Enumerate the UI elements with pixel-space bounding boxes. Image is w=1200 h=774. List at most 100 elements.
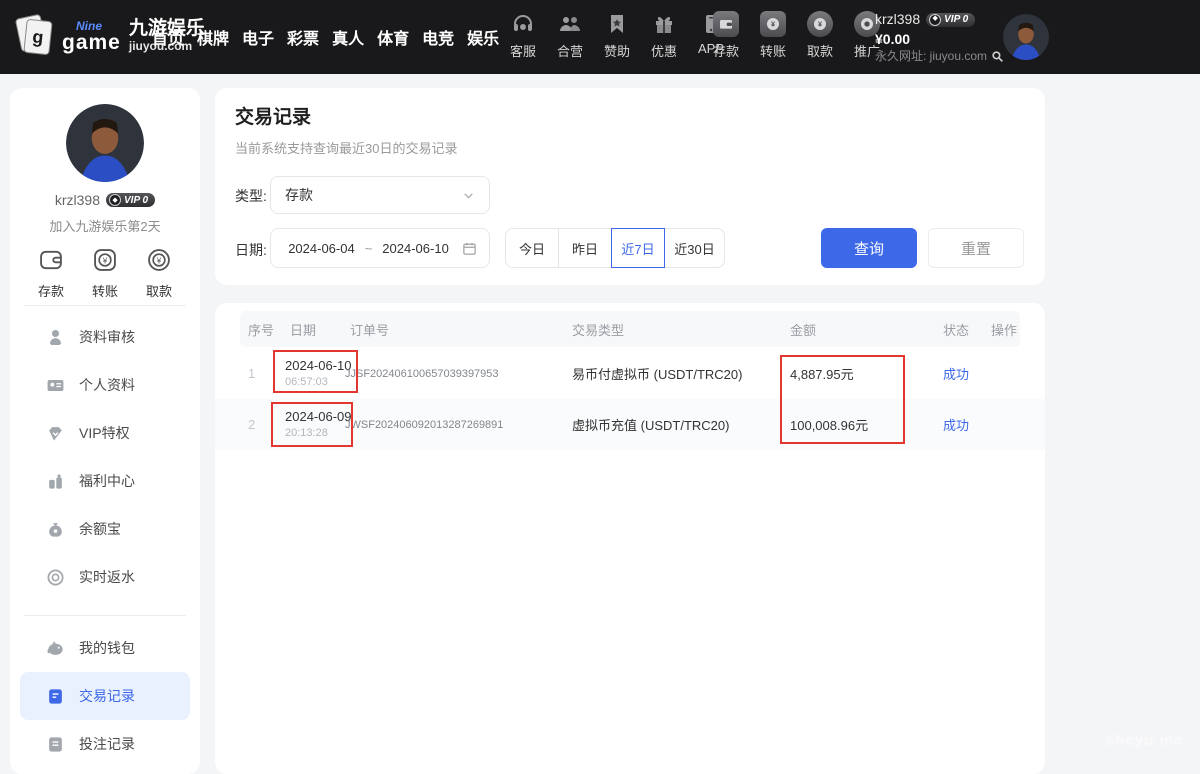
topbar: g Nine game 九游娱乐 jiuyou.com 首页 棋牌 电子 彩票 … (0, 0, 1200, 74)
vip-badge: ◆ VIP 0 (926, 13, 975, 28)
customer-service-button[interactable]: 客服 (505, 10, 541, 60)
tab-last-7-days[interactable]: 近7日 (611, 228, 665, 268)
reset-button[interactable]: 重置 (928, 228, 1024, 268)
withdraw-quick-action[interactable]: ¥ 取款 (145, 246, 173, 300)
sidebar-item-rebate[interactable]: 实时返水 (20, 553, 190, 601)
row-amount: 100,008.96元 (790, 399, 868, 450)
row-order-number: JWSF202406092013287269891 (345, 399, 503, 450)
nav-slots[interactable]: 电子 (242, 25, 274, 49)
svg-text:¥: ¥ (102, 257, 108, 266)
col-index: 序号 (248, 311, 274, 347)
row-index: 1 (248, 348, 255, 399)
col-status: 状态 (943, 311, 969, 347)
date-shortcut-tabs: 今日 昨日 近7日 近30日 (505, 228, 725, 268)
joined-days-text: 加入九游娱乐第2天 (10, 216, 200, 235)
piggy-bank-icon (46, 639, 65, 658)
nav-chess[interactable]: 棋牌 (197, 25, 229, 49)
sidebar-item-bets[interactable]: 投注记录 (20, 720, 190, 768)
sidebar-item-profile[interactable]: 个人资料 (20, 361, 190, 409)
page-subtitle: 当前系统支持查询最近30日的交易记录 (235, 138, 457, 157)
transaction-record-icon (46, 687, 65, 706)
type-select[interactable]: 存款 (270, 176, 490, 214)
nav-sports[interactable]: 体育 (377, 25, 409, 49)
rebate-circle-icon (46, 568, 65, 587)
row-index: 2 (248, 399, 255, 450)
profile-avatar[interactable] (66, 104, 144, 182)
bookmark-star-icon (603, 10, 631, 38)
vip-diamond-icon: ◆ (109, 194, 121, 206)
filters-card: 交易记录 当前系统支持查询最近30日的交易记录 类型: 存款 日期: 2024-… (215, 88, 1045, 285)
headset-icon (509, 10, 537, 38)
table-row: 2 2024-06-09 20:13:28 JWSF20240609201328… (215, 399, 1045, 450)
table-row: 1 2024-06-10 06:57:03 JJSF20240610065703… (215, 348, 1045, 399)
divider (24, 615, 186, 616)
date-separator: ~ (365, 241, 373, 256)
row-order-number: JJSF202406100657039397953 (345, 348, 499, 399)
withdraw-button-top[interactable]: ¥ 取款 (802, 10, 838, 60)
deposit-quick-action[interactable]: 存款 (37, 246, 65, 300)
row-status-link[interactable]: 成功 (943, 348, 969, 399)
magnifier-icon[interactable] (991, 50, 1004, 63)
deposit-button-top[interactable]: 存款 (708, 10, 744, 60)
quick-actions: 存款 ¥ 转账 ¥ 取款 (10, 234, 200, 300)
permanent-url: 永久网址: jiuyou.com (875, 49, 1004, 64)
tab-today[interactable]: 今日 (505, 228, 559, 268)
nav-lottery[interactable]: 彩票 (287, 25, 319, 49)
sidebar-item-wallet[interactable]: 我的钱包 (20, 624, 190, 672)
bet-record-icon (46, 735, 65, 754)
person-stamp-icon (46, 328, 65, 347)
topbar-service-icons: 客服 合营 赞助 优惠 APP (505, 10, 729, 60)
partnership-button[interactable]: 合营 (552, 10, 588, 60)
welfare-gift-icon (46, 472, 65, 491)
nav-entertainment[interactable]: 娱乐 (467, 25, 499, 49)
sidebar-item-transactions[interactable]: 交易记录 (20, 672, 190, 720)
row-status-link[interactable]: 成功 (943, 399, 969, 450)
topbar-wallet-icons: 存款 ¥ 转账 ¥ 取款 推广 (708, 10, 885, 60)
transfer-coin-icon: ¥ (759, 10, 787, 38)
table-header: 序号 日期 订单号 交易类型 金额 状态 操作 (240, 311, 1020, 347)
sidebar-item-welfare[interactable]: 福利中心 (20, 457, 190, 505)
logo-cards-icon: g (16, 14, 56, 58)
nav-home[interactable]: 首页 (152, 25, 184, 49)
page-title: 交易记录 (235, 102, 311, 129)
withdraw-coin-icon: ¥ (806, 10, 834, 38)
nav-esports[interactable]: 电竞 (422, 25, 454, 49)
row-date: 2024-06-10 06:57:03 (285, 348, 352, 399)
vip-diamond-icon: ◆ (929, 14, 941, 26)
transfer-quick-action[interactable]: ¥ 转账 (91, 246, 119, 300)
vip-diamond-icon (46, 424, 65, 443)
profile-username: krzl398 (55, 192, 100, 208)
col-amount: 金额 (790, 311, 816, 347)
row-amount: 4,887.95元 (790, 348, 854, 399)
username: krzl398 (875, 11, 920, 29)
gift-icon (650, 10, 678, 38)
logo-nine-text: Nine (76, 20, 121, 32)
calendar-icon (462, 241, 477, 256)
svg-text:¥: ¥ (156, 257, 162, 266)
partners-icon (556, 10, 584, 38)
tab-yesterday[interactable]: 昨日 (558, 228, 612, 268)
nav-live[interactable]: 真人 (332, 25, 364, 49)
topbar-user-info: krzl398 ◆ VIP 0 ¥0.00 永久网址: jiuyou.com (875, 11, 1004, 64)
row-date: 2024-06-09 20:13:28 (285, 399, 352, 450)
sidebar-item-verification[interactable]: 资料审核 (20, 313, 190, 361)
transfer-button-top[interactable]: ¥ 转账 (755, 10, 791, 60)
sidebar-item-yuebao[interactable]: 余额宝 (20, 505, 190, 553)
sponsor-button[interactable]: 赞助 (599, 10, 635, 60)
date-start: 2024-06-04 (288, 241, 355, 256)
divider (24, 305, 186, 306)
query-button[interactable]: 查询 (821, 228, 917, 268)
id-card-icon (46, 376, 65, 395)
row-transaction-type: 虚拟币充值 (USDT/TRC20) (572, 399, 729, 450)
tab-last-30-days[interactable]: 近30日 (664, 228, 725, 268)
promotions-button[interactable]: 优惠 (646, 10, 682, 60)
sidebar-item-vip[interactable]: VIP特权 (20, 409, 190, 457)
date-range-input[interactable]: 2024-06-04 ~ 2024-06-10 (270, 228, 490, 268)
wallet-outline-icon (37, 246, 65, 274)
date-end: 2024-06-10 (382, 241, 449, 256)
row-transaction-type: 易币付虚拟币 (USDT/TRC20) (572, 348, 742, 399)
sidebar-menu-records: 我的钱包 交易记录 投注记录 (20, 624, 190, 768)
avatar[interactable] (1003, 14, 1049, 60)
top-nav: 首页 棋牌 电子 彩票 真人 体育 电竞 娱乐 (152, 0, 499, 74)
sidebar-menu: 资料审核 个人资料 VIP特权 福利中心 余额宝 实时返水 (20, 313, 190, 601)
